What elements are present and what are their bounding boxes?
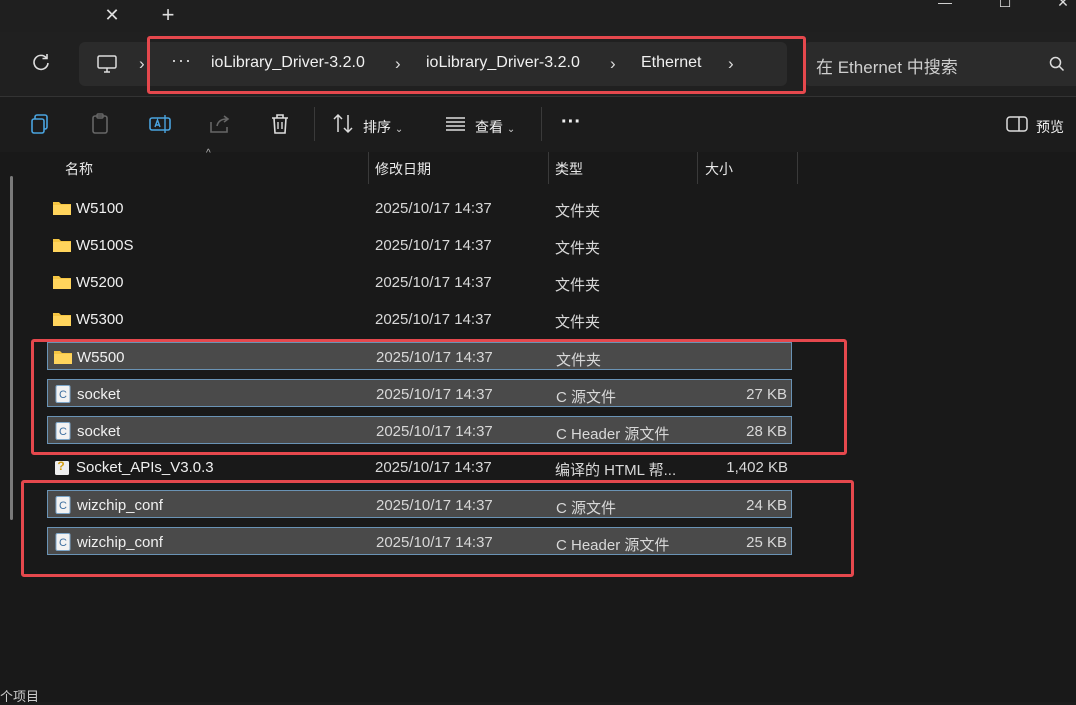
file-row[interactable]: W5300 2025/10/17 14:37 文件夹 [47,305,792,333]
file-type: 文件夹 [555,314,601,331]
file-type: 文件夹 [555,240,601,257]
file-row[interactable]: W5100S 2025/10/17 14:37 文件夹 [47,231,792,259]
search-input[interactable]: 在 Ethernet 中搜索 [804,42,1076,86]
breadcrumb-separator: › [139,54,145,73]
selection-highlight-box [21,480,854,577]
column-divider[interactable] [368,152,369,184]
minimize-button[interactable]: — [922,0,968,14]
file-date: 2025/10/17 14:37 [375,237,492,254]
preview-button[interactable]: 预览 [1036,117,1064,137]
copy-icon[interactable] [27,111,53,137]
maximize-button[interactable]: ☐ [982,0,1028,14]
more-options-button[interactable]: ··· [561,111,581,134]
file-type: 文件夹 [555,277,601,294]
path-highlight-box [147,36,806,94]
sort-button[interactable]: 排序 ⌄ [363,117,403,137]
delete-icon[interactable] [267,111,293,137]
column-header-date[interactable]: 修改日期 [375,152,431,184]
toolbar-divider [541,107,542,141]
file-date: 2025/10/17 14:37 [375,274,492,291]
file-row[interactable]: W5200 2025/10/17 14:37 文件夹 [47,268,792,296]
file-type: 文件夹 [555,203,601,220]
column-divider[interactable] [697,152,698,184]
search-placeholder: 在 Ethernet 中搜索 [816,58,958,77]
status-bar: 个项目 [0,688,1076,704]
file-date: 2025/10/17 14:37 [375,311,492,328]
refresh-icon[interactable] [26,52,56,76]
column-header-size[interactable]: 大小 [705,152,733,184]
file-date: 2025/10/17 14:37 [375,459,492,476]
file-name: W5200 [76,274,124,291]
rename-icon[interactable] [147,111,173,137]
sort-icon[interactable] [331,111,357,137]
folder-icon [52,310,72,328]
new-tab-button[interactable]: + [156,3,180,27]
folder-icon [52,273,72,291]
close-window-button[interactable]: ✕ [1040,0,1076,14]
paste-icon[interactable] [87,111,113,137]
vertical-scrollbar[interactable] [10,176,13,520]
folder-icon [52,236,72,254]
command-toolbar: 排序 ⌄ 查看 ⌄ ··· 预览 [0,96,1076,153]
help-file-icon: ? [52,458,72,476]
sort-ascending-icon: ^ [206,148,211,159]
item-count-label: 个项目 [0,689,40,704]
file-type: 编译的 HTML 帮... [555,462,677,479]
column-header-name[interactable]: 名称 [65,152,93,184]
column-divider[interactable] [548,152,549,184]
column-divider[interactable] [797,152,798,184]
share-icon[interactable] [207,111,233,137]
title-bar: ✕ + — ☐ ✕ [0,0,1076,32]
file-row[interactable]: W5100 2025/10/17 14:37 文件夹 [47,194,792,222]
folder-icon [52,199,72,217]
file-row[interactable]: ? Socket_APIs_V3.0.3 2025/10/17 14:37 编译的 H… [47,453,792,481]
view-icon[interactable] [443,111,469,137]
file-size: 1,402 KB [726,459,788,476]
search-icon[interactable] [1048,55,1066,73]
selection-highlight-box [31,339,847,455]
column-header-type[interactable]: 类型 [555,152,583,184]
file-name: Socket_APIs_V3.0.3 [76,459,214,476]
file-date: 2025/10/17 14:37 [375,200,492,217]
toolbar-divider [314,107,315,141]
svg-text:?: ? [57,459,64,473]
view-button[interactable]: 查看 ⌄ [475,117,515,137]
file-name: W5100S [76,237,134,254]
file-name: W5100 [76,200,124,217]
close-tab-button[interactable]: ✕ [100,3,124,27]
preview-pane-icon[interactable] [1004,111,1030,137]
file-name: W5300 [76,311,124,328]
computer-icon[interactable] [95,52,119,76]
